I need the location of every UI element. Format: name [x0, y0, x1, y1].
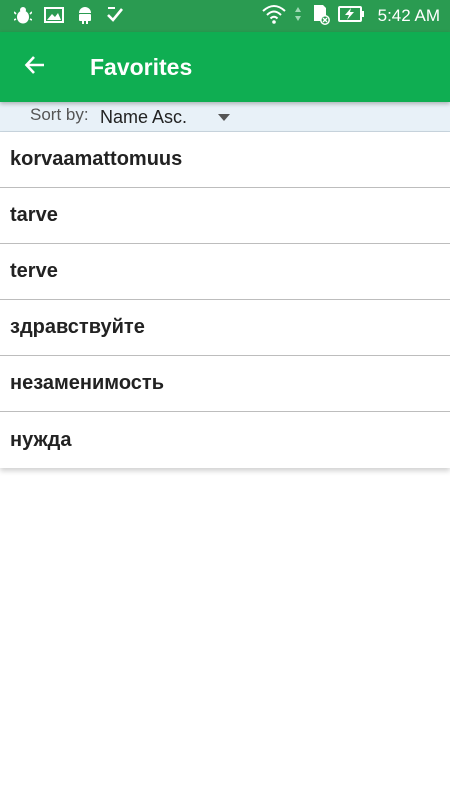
favorite-word: здравствуйте [10, 316, 145, 338]
favorite-word: нужда [10, 428, 72, 451]
battery-charging-icon [337, 4, 366, 29]
system-icons: 5:42 AM [261, 0, 440, 32]
page-title: Favorites [90, 54, 193, 80]
dropdown-arrow-icon [218, 114, 230, 121]
status-bar: 5:42 AM [0, 0, 450, 32]
favorite-item[interactable]: незаменимость [0, 356, 450, 412]
data-arrows-icon [294, 4, 302, 29]
arrow-back-icon [23, 53, 47, 82]
sort-value: Name Asc. [100, 107, 188, 127]
back-button[interactable] [18, 50, 52, 84]
favorite-item[interactable]: tarve [0, 188, 450, 244]
sort-dropdown[interactable]: Name Asc. [100, 104, 240, 130]
favorite-word: незаменимость [10, 372, 164, 394]
favorites-list: korvaamattomuus tarve terve здравствуйте… [0, 132, 450, 468]
favorite-word: tarve [10, 204, 58, 226]
favorite-word: korvaamattomuus [10, 148, 183, 170]
wifi-icon [261, 4, 286, 29]
app-bar: Favorites [0, 32, 450, 102]
sort-bar: Sort by: Name Asc. [0, 102, 450, 132]
favorite-item[interactable]: здравствуйте [0, 300, 450, 356]
sort-label: Sort by: [30, 105, 89, 124]
favorite-word: terve [10, 260, 58, 282]
status-time: 5:42 AM [377, 6, 440, 25]
image-icon [44, 6, 64, 24]
bug-icon [14, 5, 32, 25]
favorite-item[interactable]: korvaamattomuus [0, 132, 450, 188]
sd-card-icon [310, 3, 330, 30]
check-icon [106, 5, 124, 25]
favorite-item[interactable]: нужда [0, 412, 450, 468]
android-icon [76, 5, 94, 25]
favorite-item[interactable]: terve [0, 244, 450, 300]
notification-icons [14, 5, 124, 25]
